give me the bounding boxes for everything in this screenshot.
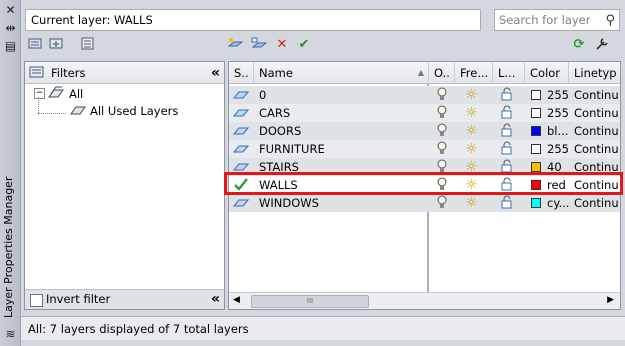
layer-status-icon[interactable]: [233, 86, 251, 104]
delete-layer-icon[interactable]: ✕: [273, 37, 291, 53]
set-current-icon[interactable]: ✔: [295, 37, 313, 53]
unlocked-icon[interactable]: [501, 104, 517, 122]
new-layer-icon[interactable]: [226, 37, 244, 53]
all-layers-icon: [47, 86, 65, 103]
color-swatch[interactable]: [531, 162, 541, 172]
layer-row[interactable]: FURNITURE ☼ 255 Continu: [229, 140, 620, 158]
new-property-filter-icon[interactable]: [27, 37, 45, 53]
layer-name[interactable]: FURNITURE: [259, 140, 419, 158]
lightbulb-on-icon[interactable]: [436, 122, 452, 140]
color-name[interactable]: 255: [547, 140, 569, 158]
linetype[interactable]: Continu: [574, 86, 620, 104]
lightbulb-on-icon[interactable]: [436, 194, 452, 212]
layer-row[interactable]: 0 ☼ 255 Continu: [229, 86, 620, 104]
filter-header-icon: [29, 66, 45, 82]
invert-filter-checkbox[interactable]: [30, 294, 43, 307]
filters-footer: Invert filter «: [25, 289, 224, 309]
layer-status-icon[interactable]: [233, 140, 251, 158]
search-icon[interactable]: ⚲: [605, 11, 615, 31]
filters-header: Filters «: [25, 62, 224, 84]
layer-status-icon[interactable]: [233, 122, 251, 140]
column-on[interactable]: O..: [429, 62, 455, 84]
column-color[interactable]: Color: [525, 62, 569, 84]
scroll-left-icon[interactable]: ◀: [233, 295, 240, 305]
layer-row[interactable]: WINDOWS ☼ cy... Continu: [229, 194, 620, 212]
horizontal-scrollbar[interactable]: ◀ III ▶: [229, 292, 620, 309]
column-freeze[interactable]: Fre...: [455, 62, 493, 84]
linetype[interactable]: Continu: [574, 122, 620, 140]
search-placeholder: Search for layer: [499, 13, 591, 27]
layer-name[interactable]: WINDOWS: [259, 194, 419, 212]
scroll-thumb[interactable]: III: [251, 295, 369, 308]
new-layer-vp-frozen-icon[interactable]: [250, 37, 268, 53]
tree-item-all-used-layers[interactable]: All Used Layers: [90, 102, 178, 120]
color-name[interactable]: cy...: [547, 194, 569, 212]
color-swatch[interactable]: [531, 108, 541, 118]
lightbulb-on-icon[interactable]: [436, 104, 452, 122]
sort-ascending-icon: ▲: [417, 68, 424, 77]
top-bar: Current layer: WALLS Search for layer ⚲: [25, 9, 620, 33]
linetype[interactable]: Continu: [574, 194, 620, 212]
filters-title: Filters: [51, 66, 86, 80]
layer-stack-icon: ≋: [5, 327, 16, 341]
layer-status-icon[interactable]: [233, 104, 251, 122]
layer-row[interactable]: DOORS ☼ bl... Continu: [229, 122, 620, 140]
palette-title: Layer Properties Manager: [2, 176, 15, 318]
filters-panel: Filters « − All All Used Layers Invert f…: [24, 61, 225, 310]
color-swatch[interactable]: [531, 90, 541, 100]
color-name[interactable]: bl...: [547, 122, 569, 140]
sun-thawed-icon[interactable]: ☼: [465, 122, 481, 140]
column-linetype[interactable]: Linetyp: [569, 62, 621, 84]
tree-item-all[interactable]: All: [69, 85, 83, 103]
column-lock[interactable]: L...: [493, 62, 525, 84]
color-name[interactable]: 255: [547, 86, 569, 104]
status-bar: All: 7 layers displayed of 7 total layer…: [21, 316, 625, 340]
layer-name[interactable]: CARS: [259, 104, 419, 122]
tree-connector: [38, 113, 66, 115]
current-layer-display: Current layer: WALLS: [25, 9, 481, 31]
sun-thawed-icon[interactable]: ☼: [465, 194, 481, 212]
unlocked-icon[interactable]: [501, 86, 517, 104]
layer-status-icon[interactable]: [233, 194, 251, 212]
settings-icon[interactable]: [593, 37, 611, 53]
layer-row[interactable]: CARS ☼ 255 Continu: [229, 104, 620, 122]
used-layers-icon: [69, 103, 87, 120]
color-name[interactable]: 255: [547, 104, 569, 122]
collapse-filters-icon[interactable]: «: [211, 62, 220, 84]
new-group-filter-icon[interactable]: [48, 37, 66, 53]
unlocked-icon[interactable]: [501, 194, 517, 212]
invert-filter-label: Invert filter: [46, 292, 111, 306]
collapse-panel-icon[interactable]: «: [211, 290, 220, 309]
linetype[interactable]: Continu: [574, 104, 620, 122]
color-swatch[interactable]: [531, 198, 541, 208]
sun-thawed-icon[interactable]: ☼: [465, 86, 481, 104]
search-input[interactable]: Search for layer ⚲: [494, 9, 620, 31]
refresh-icon[interactable]: ⟳: [570, 37, 588, 53]
palette-title-strip: ✕ ⇹ ▤ Layer Properties Manager ≋: [0, 0, 21, 346]
column-status[interactable]: S..: [229, 62, 254, 84]
color-swatch[interactable]: [531, 144, 541, 154]
unlocked-icon[interactable]: [501, 122, 517, 140]
close-icon[interactable]: ✕: [3, 3, 18, 17]
column-name[interactable]: Name ▲: [254, 62, 429, 84]
color-swatch[interactable]: [531, 126, 541, 136]
column-name-label: Name: [259, 66, 293, 80]
auto-hide-icon[interactable]: ⇹: [3, 21, 18, 35]
layer-name[interactable]: DOORS: [259, 122, 419, 140]
linetype[interactable]: Continu: [574, 140, 620, 158]
layer-states-manager-icon[interactable]: [79, 37, 97, 53]
layer-name[interactable]: 0: [259, 86, 419, 104]
lightbulb-on-icon[interactable]: [436, 86, 452, 104]
lightbulb-on-icon[interactable]: [436, 140, 452, 158]
properties-menu-icon[interactable]: ▤: [3, 39, 18, 53]
grid-header: S.. Name ▲ O.. Fre... L... Color Linetyp: [229, 62, 620, 84]
tree-connector: [38, 97, 40, 113]
scroll-right-icon[interactable]: ▶: [607, 295, 614, 305]
sun-thawed-icon[interactable]: ☼: [465, 140, 481, 158]
sun-thawed-icon[interactable]: ☼: [465, 104, 481, 122]
current-layer-highlight: [224, 172, 623, 195]
unlocked-icon[interactable]: [501, 140, 517, 158]
